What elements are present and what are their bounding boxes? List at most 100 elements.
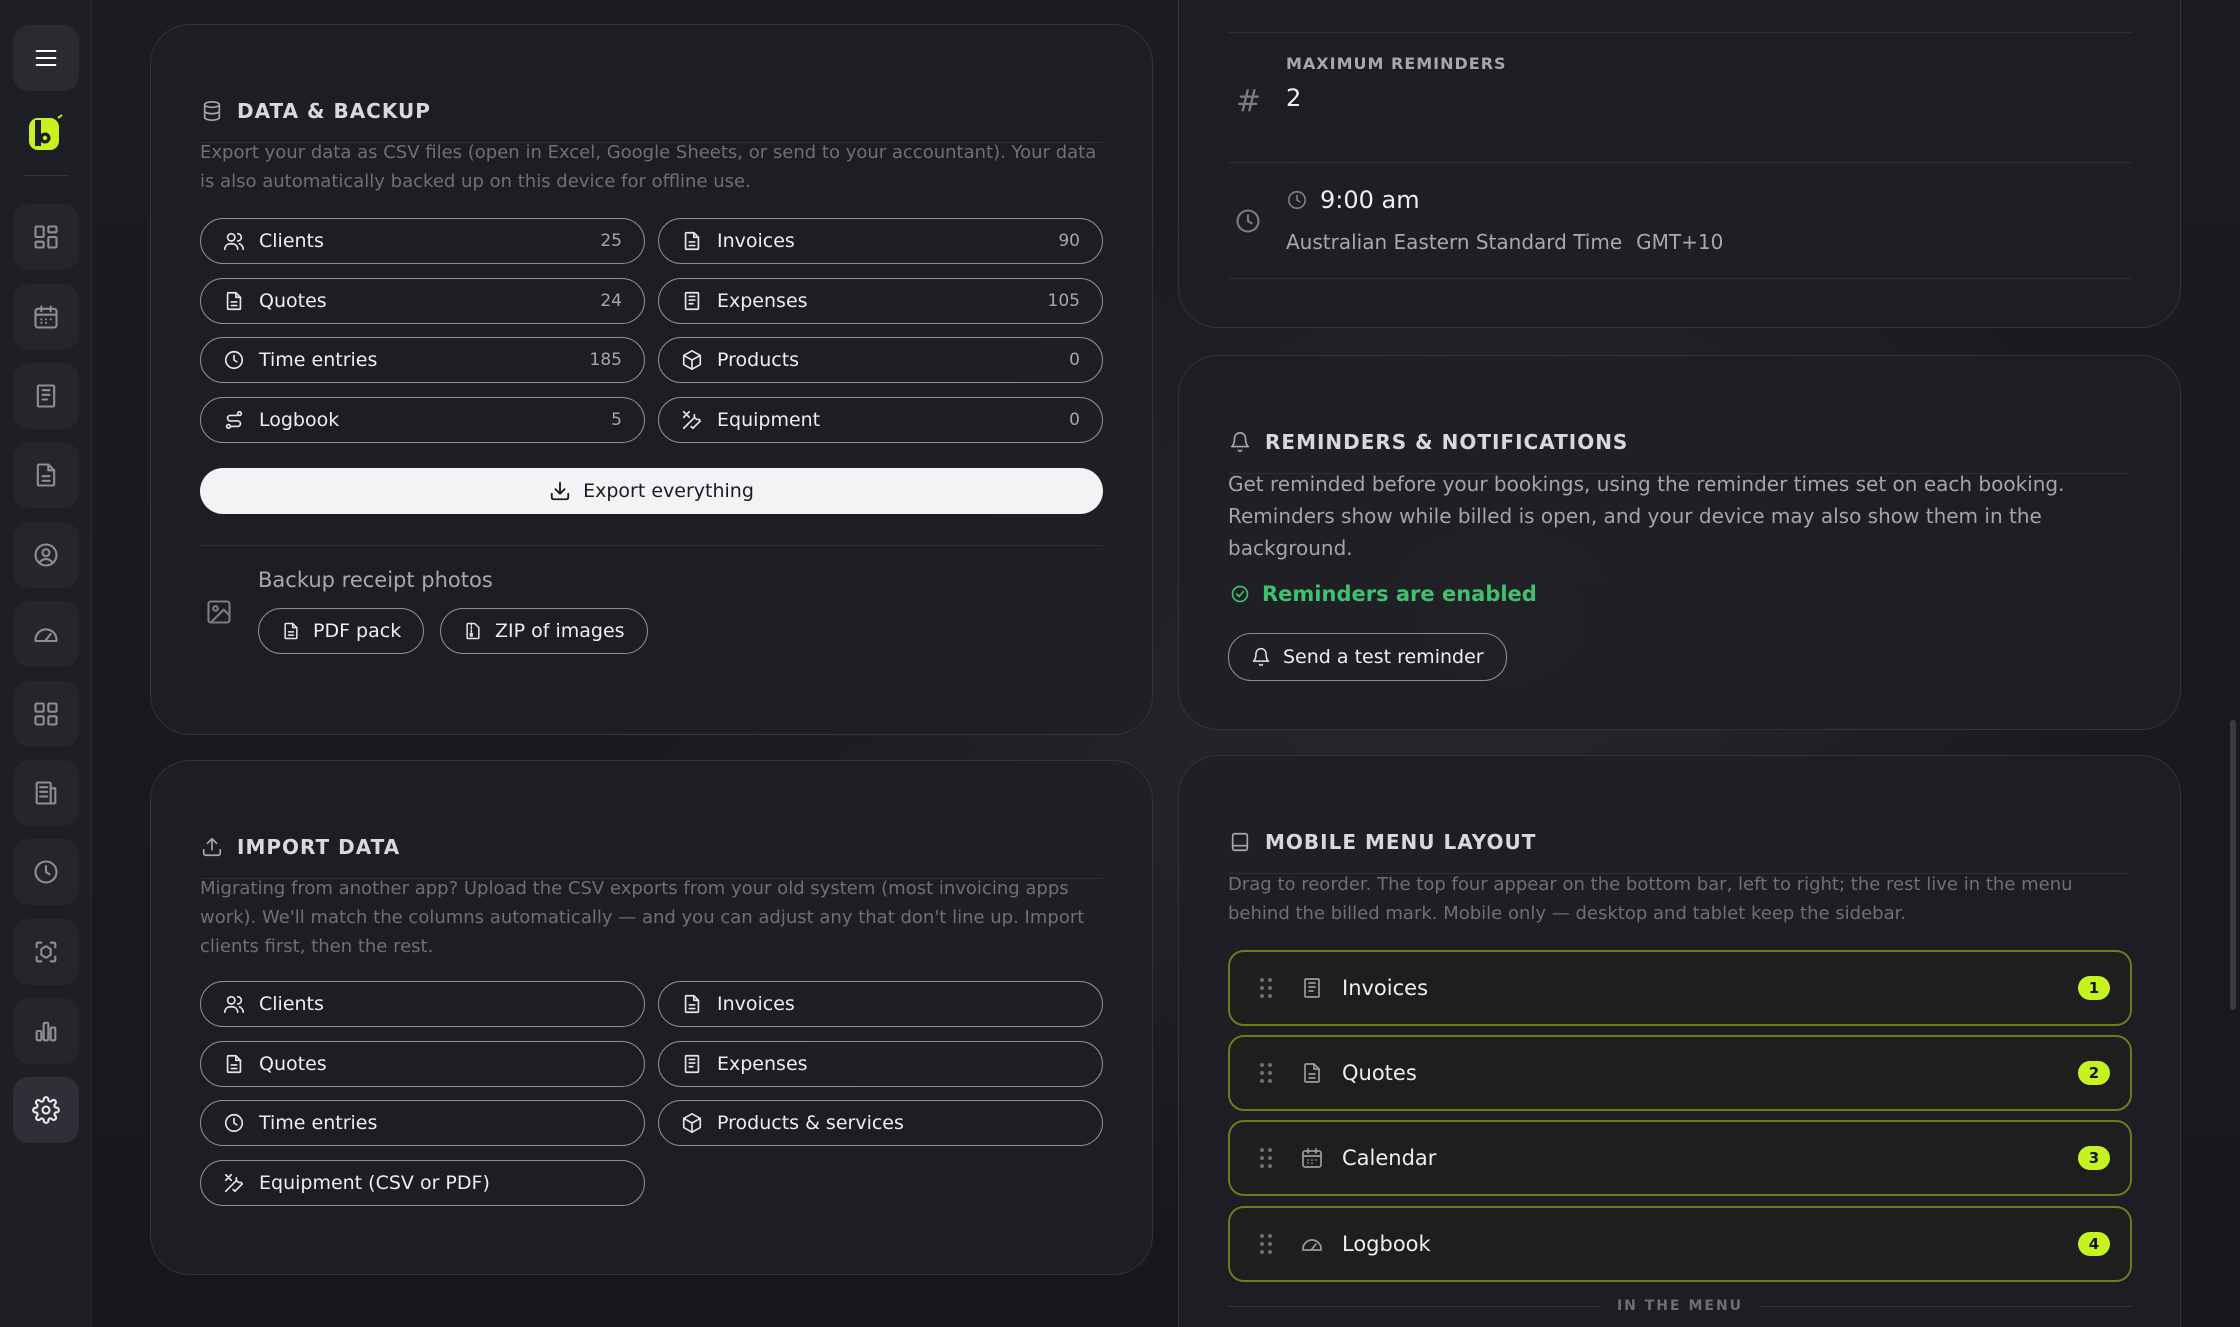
- zip-file-icon: [466, 622, 480, 640]
- backup-receipts-label: Backup receipt photos: [258, 568, 493, 592]
- import-products-button[interactable]: Products & services: [658, 1100, 1103, 1146]
- mobile-menu-item-calendar[interactable]: Calendar 3: [1228, 1120, 2132, 1196]
- calendar-icon: [1300, 1146, 1324, 1170]
- mobile-menu-description: Drag to reorder. The top four appear on …: [1228, 874, 2073, 924]
- reminder-time-row[interactable]: 9:00 am: [1286, 186, 1420, 214]
- import-invoices-button[interactable]: Invoices: [658, 981, 1103, 1027]
- drag-handle-icon[interactable]: [1258, 1061, 1274, 1085]
- calendar-icon: [34, 305, 58, 329]
- sidebar-item-settings[interactable]: [13, 1077, 79, 1143]
- mobile-menu-item-label: Invoices: [1342, 976, 1429, 1000]
- export-quotes-button[interactable]: Quotes 24: [200, 278, 645, 324]
- in-the-menu-label: IN THE MENU: [1616, 1298, 1744, 1314]
- notifications-header: REMINDERS & NOTIFICATIONS: [1229, 414, 2130, 474]
- grid-icon: [34, 225, 58, 249]
- export-products-button[interactable]: Products 0: [658, 337, 1103, 383]
- pdf-pack-button[interactable]: PDF pack: [258, 608, 425, 654]
- order-badge: 3: [2078, 1146, 2110, 1170]
- export-logbook-count: 5: [611, 410, 622, 430]
- drag-handle-icon[interactable]: [1258, 1232, 1274, 1256]
- receipt-icon: [684, 1054, 700, 1074]
- export-equipment-count: 0: [1069, 410, 1080, 430]
- clock-icon: [224, 1113, 244, 1133]
- max-reminders-value[interactable]: 2: [1286, 84, 1301, 112]
- logo-icon: [29, 114, 63, 150]
- sidebar-item-expenses[interactable]: [13, 760, 79, 826]
- clock-icon-wrap: [1234, 207, 1262, 239]
- sidebar-item-logbook[interactable]: [13, 601, 79, 667]
- export-time-entries-label: Time entries: [259, 349, 378, 371]
- separator-line: [1228, 1305, 1601, 1307]
- drag-handle-icon[interactable]: [1258, 1146, 1274, 1170]
- export-quotes-label: Quotes: [259, 290, 327, 312]
- export-invoices-label: Invoices: [717, 230, 795, 252]
- users-icon: [224, 995, 244, 1014]
- sidebar-item-calendar[interactable]: [13, 284, 79, 350]
- app-logo[interactable]: [26, 114, 66, 154]
- import-quotes-label: Quotes: [259, 1053, 327, 1075]
- user-circle-icon: [34, 543, 58, 567]
- send-test-reminder-button[interactable]: Send a test reminder: [1228, 633, 1507, 681]
- tablet-icon: [1231, 832, 1249, 852]
- mobile-menu-item-invoices[interactable]: Invoices 1: [1228, 950, 2132, 1026]
- clock-icon: [1236, 209, 1260, 233]
- sidebar-item-time[interactable]: [13, 839, 79, 905]
- export-invoices-button[interactable]: Invoices 90: [658, 218, 1103, 264]
- mobile-menu-item-label: Quotes: [1342, 1061, 1417, 1085]
- upload-icon: [202, 837, 222, 857]
- data-backup-title: DATA & BACKUP: [237, 99, 431, 123]
- export-clients-button[interactable]: Clients 25: [200, 218, 645, 264]
- export-logbook-label: Logbook: [259, 409, 340, 431]
- mobile-menu-item-label: Logbook: [1342, 1232, 1431, 1256]
- import-expenses-button[interactable]: Expenses: [658, 1041, 1103, 1087]
- notifications-title: REMINDERS & NOTIFICATIONS: [1265, 430, 1629, 454]
- sidebar-item-clients[interactable]: [13, 522, 79, 588]
- data-backup-description: Export your data as CSV files (open in E…: [200, 142, 1097, 192]
- sidebar-item-dashboard[interactable]: [13, 204, 79, 270]
- import-invoices-label: Invoices: [717, 993, 795, 1015]
- order-badge: 4: [2078, 1232, 2110, 1256]
- export-time-entries-button[interactable]: Time entries 185: [200, 337, 645, 383]
- sidebar-item-quotes[interactable]: [13, 442, 79, 508]
- export-logbook-button[interactable]: Logbook 5: [200, 397, 645, 443]
- export-quotes-count: 24: [600, 291, 622, 311]
- sidebar-item-reports[interactable]: [13, 998, 79, 1064]
- import-clients-button[interactable]: Clients: [200, 981, 645, 1027]
- database-icon: [203, 101, 221, 121]
- zip-images-button[interactable]: ZIP of images: [440, 608, 648, 654]
- gauge-icon: [34, 628, 58, 643]
- export-everything-label: Export everything: [583, 480, 754, 502]
- tools-icon: [224, 1173, 244, 1193]
- mobile-menu-item-logbook[interactable]: Logbook 4: [1228, 1206, 2132, 1282]
- divider: [1228, 278, 2132, 279]
- clock-icon: [34, 860, 58, 884]
- gear-icon: [32, 1096, 60, 1124]
- drag-handle-icon[interactable]: [1258, 976, 1274, 1000]
- sidebar-item-products[interactable]: [13, 681, 79, 747]
- import-quotes-button[interactable]: Quotes: [200, 1041, 645, 1087]
- export-clients-count: 25: [600, 231, 622, 251]
- sidebar-item-invoices[interactable]: [13, 363, 79, 429]
- sidebar: [0, 0, 92, 1327]
- receipt-icon: [684, 291, 700, 311]
- export-equipment-button[interactable]: Equipment 0: [658, 397, 1103, 443]
- sidebar-item-equipment[interactable]: [13, 919, 79, 985]
- export-expenses-button[interactable]: Expenses 105: [658, 278, 1103, 324]
- box-icon: [682, 350, 702, 370]
- import-data-header: IMPORT DATA: [201, 819, 1102, 879]
- receipt-icon: [35, 781, 57, 805]
- divider: [1228, 32, 2132, 33]
- users-icon: [224, 232, 244, 251]
- hamburger-menu-button[interactable]: [13, 25, 79, 91]
- invoice-icon: [36, 384, 56, 408]
- document-icon: [36, 463, 56, 487]
- reminders-status-label: Reminders are enabled: [1262, 582, 1537, 606]
- import-equipment-label: Equipment (CSV or PDF): [259, 1172, 490, 1194]
- zip-images-label: ZIP of images: [495, 620, 625, 642]
- mobile-menu-item-quotes[interactable]: Quotes 2: [1228, 1035, 2132, 1111]
- export-everything-button[interactable]: Export everything: [200, 468, 1103, 514]
- page-scrollbar[interactable]: [2230, 720, 2236, 1010]
- import-time-entries-label: Time entries: [259, 1112, 378, 1134]
- import-equipment-button[interactable]: Equipment (CSV or PDF): [200, 1160, 645, 1206]
- import-time-entries-button[interactable]: Time entries: [200, 1100, 645, 1146]
